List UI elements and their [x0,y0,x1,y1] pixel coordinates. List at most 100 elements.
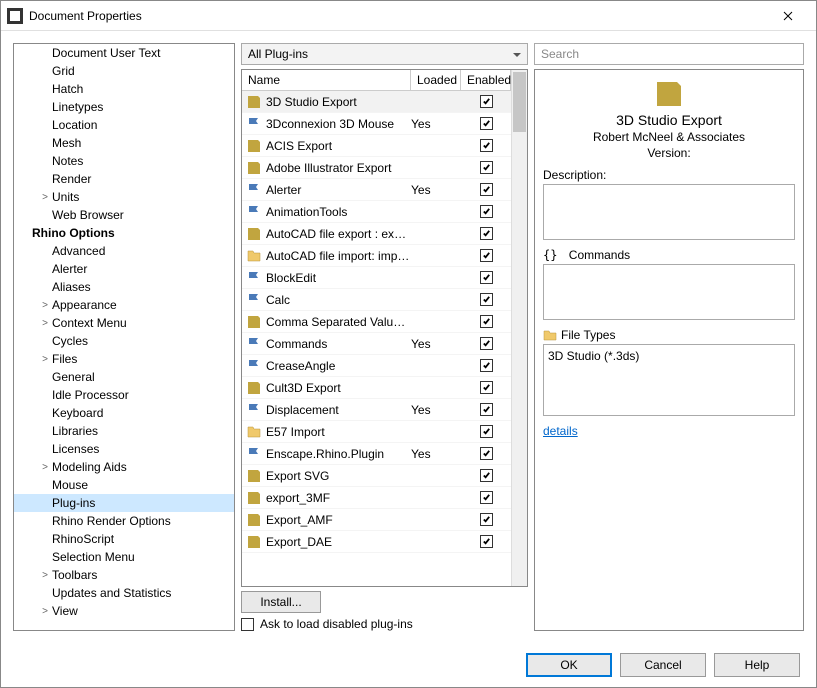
plugin-row[interactable]: BlockEdit [242,267,511,289]
cancel-button[interactable]: Cancel [620,653,706,677]
enabled-checkbox[interactable] [480,359,493,372]
tree-item[interactable]: >Modeling Aids [14,458,234,476]
tree-item[interactable]: Render [14,170,234,188]
tree-item[interactable]: Alerter [14,260,234,278]
enabled-checkbox[interactable] [480,293,493,306]
plugin-row[interactable]: AutoCAD file import: import_ACAD [242,245,511,267]
tree-item[interactable]: Plug-ins [14,494,234,512]
enabled-checkbox[interactable] [480,447,493,460]
plugin-row[interactable]: Comma Separated Value Export [242,311,511,333]
plugin-row[interactable]: CreaseAngle [242,355,511,377]
tree-item[interactable]: Mesh [14,134,234,152]
col-enabled[interactable]: Enabled [461,70,511,90]
tree-item[interactable]: Hatch [14,80,234,98]
plugin-row[interactable]: Adobe Illustrator Export [242,157,511,179]
enabled-checkbox[interactable] [480,249,493,262]
tree-item[interactable]: >Files [14,350,234,368]
enabled-checkbox[interactable] [480,513,493,526]
enabled-checkbox[interactable] [480,271,493,284]
plugin-row[interactable]: Enscape.Rhino.PluginYes [242,443,511,465]
enabled-checkbox[interactable] [480,117,493,130]
tree-item[interactable]: Libraries [14,422,234,440]
enabled-checkbox[interactable] [480,183,493,196]
enabled-checkbox[interactable] [480,469,493,482]
plugins-grid-body[interactable]: Name Loaded Enabled 3D Studio Export3Dco… [242,70,511,586]
tree-item[interactable]: Idle Processor [14,386,234,404]
scrollbar-thumb[interactable] [513,72,526,132]
save-icon [246,160,262,176]
tree-item[interactable]: Rhino Render Options [14,512,234,530]
plugin-name: Enscape.Rhino.Plugin [266,447,411,461]
grid-scrollbar[interactable] [511,70,527,586]
close-button[interactable] [765,2,810,30]
plugin-row[interactable]: Export_DAE [242,531,511,553]
enabled-checkbox[interactable] [480,381,493,394]
tree-item[interactable]: Aliases [14,278,234,296]
col-name[interactable]: Name [242,70,411,90]
tree-item-label: Mouse [52,478,88,492]
tree-item[interactable]: RhinoScript [14,530,234,548]
plugin-row[interactable]: E57 Import [242,421,511,443]
tree-item[interactable]: Mouse [14,476,234,494]
plugin-row[interactable]: 3Dconnexion 3D MouseYes [242,113,511,135]
enabled-checkbox[interactable] [480,95,493,108]
plugin-row[interactable]: AutoCAD file export : export_ACAD [242,223,511,245]
plugin-row[interactable]: Cult3D Export [242,377,511,399]
tree-item[interactable]: Location [14,116,234,134]
plugin-row[interactable]: 3D Studio Export [242,91,511,113]
tree-item[interactable]: >Toolbars [14,566,234,584]
enabled-checkbox[interactable] [480,491,493,504]
tree-item-label: Aliases [52,280,91,294]
plugin-row[interactable]: Export_AMF [242,509,511,531]
tree-item[interactable]: Advanced [14,242,234,260]
enabled-checkbox[interactable] [480,535,493,548]
tree-item-label: Plug-ins [52,496,95,510]
options-tree[interactable]: Document User TextGridHatchLinetypesLoca… [13,43,235,631]
enabled-checkbox[interactable] [480,337,493,350]
enabled-checkbox[interactable] [480,403,493,416]
app-icon [7,8,23,24]
tree-item[interactable]: >View [14,602,234,620]
plugin-row[interactable]: AlerterYes [242,179,511,201]
tree-item[interactable]: General [14,368,234,386]
enabled-checkbox[interactable] [480,425,493,438]
plugin-row[interactable]: export_3MF [242,487,511,509]
tree-item[interactable]: >Appearance [14,296,234,314]
plugin-enabled-cell [461,227,511,241]
tree-item[interactable]: Document User Text [14,44,234,62]
plugin-row[interactable]: AnimationTools [242,201,511,223]
tree-item[interactable]: Updates and Statistics [14,584,234,602]
plugin-row[interactable]: DisplacementYes [242,399,511,421]
plugin-row[interactable]: Export SVG [242,465,511,487]
install-button[interactable]: Install... [241,591,321,613]
help-button[interactable]: Help [714,653,800,677]
enabled-checkbox[interactable] [480,139,493,152]
tree-item[interactable]: Cycles [14,332,234,350]
plugin-row[interactable]: CommandsYes [242,333,511,355]
tree-item[interactable]: >Units [14,188,234,206]
col-loaded[interactable]: Loaded [411,70,461,90]
tree-item[interactable]: Linetypes [14,98,234,116]
plugin-name: export_3MF [266,491,411,505]
plugin-row[interactable]: ACIS Export [242,135,511,157]
filter-dropdown[interactable]: All Plug-ins [241,43,528,65]
enabled-checkbox[interactable] [480,315,493,328]
tree-item[interactable]: Selection Menu [14,548,234,566]
search-input[interactable]: Search [534,43,804,65]
plugin-title: 3D Studio Export [616,112,722,128]
plugin-row[interactable]: Calc [242,289,511,311]
tree-item[interactable]: Rhino Options [14,224,234,242]
tree-item[interactable]: >Context Menu [14,314,234,332]
tree-item[interactable]: Notes [14,152,234,170]
enabled-checkbox[interactable] [480,161,493,174]
tree-item[interactable]: Licenses [14,440,234,458]
tree-item[interactable]: Keyboard [14,404,234,422]
ok-button[interactable]: OK [526,653,612,677]
enabled-checkbox[interactable] [480,227,493,240]
details-link[interactable]: details [543,424,795,438]
tree-item[interactable]: Web Browser [14,206,234,224]
enabled-checkbox[interactable] [480,205,493,218]
tree-item[interactable]: Grid [14,62,234,80]
ask-disabled-checkbox[interactable] [241,618,254,631]
plugins-grid: Name Loaded Enabled 3D Studio Export3Dco… [241,69,528,587]
